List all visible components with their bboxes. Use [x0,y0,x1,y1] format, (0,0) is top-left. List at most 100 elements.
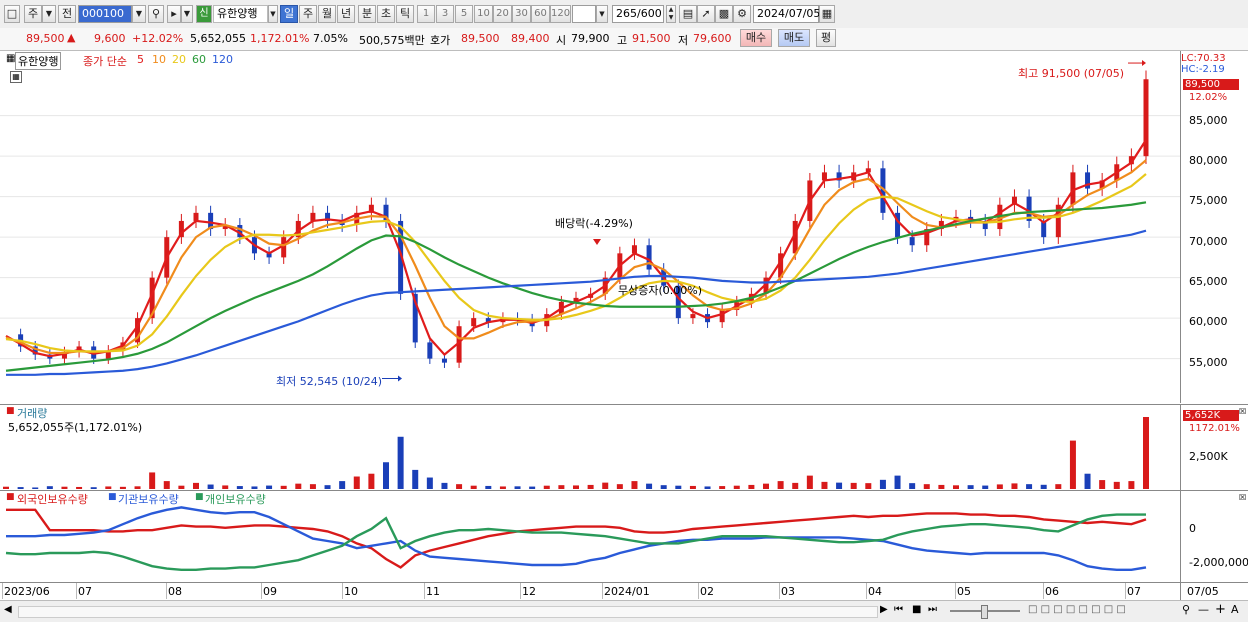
y-tick-85000: 85,000 [1189,114,1228,127]
tool-icons[interactable]: □ □ □ □ □ □ □ □ [1028,604,1126,615]
eval-button[interactable]: 평 [816,29,836,47]
x-axis-label: 03 [781,585,795,598]
volume-bar [368,473,375,489]
price-change-pct: +12.02% [132,32,184,45]
volume-bar [412,469,419,489]
tab-year[interactable]: 년 [337,5,355,23]
stock-code-input[interactable]: 000100 [78,5,132,23]
date-input[interactable]: 2024/07/05 [753,5,820,23]
volume-bar [1099,480,1106,489]
draw-tool-icon[interactable]: ➚ [697,5,715,23]
candle-body [471,318,477,327]
x-axis-label: 06 [1045,585,1059,598]
hc-value: HC:-2.19 [1181,64,1225,75]
sell-button[interactable]: 매도 [778,29,810,47]
interval-30-button[interactable]: 30 [512,5,531,23]
ma-legend-prefix: 종가 단순 [83,55,127,68]
close-icon[interactable]: ☒ [1239,407,1246,416]
search-icon[interactable]: ⚲ [148,5,164,23]
tab-month[interactable]: 월 [318,5,336,23]
interval-3-button[interactable]: 3 [436,5,454,23]
volume-bar [397,436,404,489]
table-icon[interactable]: ▦ [10,71,22,83]
fast-forward-icon[interactable]: ⏭ [928,604,937,615]
gear-icon[interactable]: ⚙ [733,5,751,23]
low-annotation: 최저 52,545 (10/24) [276,375,383,388]
volume-bar [733,485,740,489]
dividend-annotation: 배당락(-4.29%) [555,217,633,230]
holdings-panel: ■ 외국인보유수량 ■ 기관보유수량 ■ 개인보유수량 [0,490,1180,583]
up-arrow-icon: ▲ [67,31,76,44]
legend-individual: 개인보유수량 [205,493,266,506]
low-price: 79,600 [693,32,732,45]
chevron-down-icon[interactable]: ▼ [596,5,608,23]
chevron-down-icon[interactable]: ▼ [268,5,278,23]
close-icon[interactable]: ☒ [1239,493,1246,502]
high-price: 91,500 [632,32,671,45]
prev-button[interactable]: 전 [58,5,76,23]
stepper-icon[interactable]: ▲ ▼ [666,5,676,23]
tab-minute[interactable]: 분 [358,5,376,23]
y-tick-65000: 65,000 [1189,275,1228,288]
interval-10-button[interactable]: 10 [474,5,493,23]
scrollbar-track[interactable] [18,606,878,618]
x-axis-tick [166,583,167,599]
interval-20-button[interactable]: 20 [493,5,512,23]
volume-last-pct: 1172.01% [1189,423,1240,434]
zoom-out-icon[interactable]: — [1198,603,1209,616]
zoom-slider-handle[interactable] [981,605,988,619]
chevron-down-icon[interactable]: ▼ [42,5,56,23]
x-axis-tick [2,583,3,599]
x-axis-tick [866,583,867,599]
tab-tick[interactable]: 틱 [396,5,414,23]
buy-button[interactable]: 매수 [740,29,772,47]
zoom-in-icon[interactable]: + [1215,602,1226,617]
x-axis-tick [1043,583,1044,599]
volume-bar [821,481,828,489]
volume-bar [777,481,784,489]
speaker-icon[interactable]: ▸ [167,5,181,23]
volume-bar [514,486,521,489]
rewind-icon[interactable]: ⏮ [894,604,903,615]
chevron-down-icon[interactable]: ▼ [181,5,193,23]
stop-icon[interactable]: ■ [912,604,921,615]
volume-bar [295,483,302,489]
volume-bar [105,486,112,489]
interval-120-button[interactable]: 120 [550,5,571,23]
bid-label: 호가 [430,34,451,47]
interval-1-button[interactable]: 1 [417,5,435,23]
volume-bar [207,484,214,489]
volume-bar [806,475,813,489]
save-icon[interactable]: ▩ [715,5,733,23]
volume-bar [119,486,126,489]
interval-5-button[interactable]: 5 [455,5,473,23]
volume-bar [543,485,550,489]
holding-line-2 [5,513,1146,572]
font-size-icon[interactable]: A [1231,603,1239,616]
calendar-icon[interactable]: ▦ [819,5,835,23]
scroll-left-icon[interactable]: ◀ [4,604,12,615]
last-price-badge: 89,500 [1183,79,1239,90]
volume-bar [763,483,769,489]
y-tick-55000: 55,000 [1189,356,1228,369]
zoom-search-icon[interactable]: ⚲ [1182,603,1190,616]
volume-panel: ■ 거래량 5,652,055주(1,172.01%) [0,404,1180,490]
last-price-pct: 12.02% [1189,92,1228,103]
scroll-right-icon[interactable]: ▶ [880,604,888,615]
volume-bar [324,485,331,489]
tab-week[interactable]: 주 [299,5,317,23]
chart-type-icon[interactable]: ▤ [679,5,697,23]
volume-bar [894,475,901,489]
bid-price-1: 89,500 [461,32,500,45]
count-input[interactable]: 265/600 [612,5,664,23]
interval-60-button[interactable]: 60 [531,5,550,23]
interval-custom-input[interactable] [572,5,596,23]
volume-chart[interactable] [0,405,1180,490]
chevron-down-icon[interactable]: ▼ [132,5,146,23]
window-icon[interactable]: □ [4,5,20,23]
volume-bar [792,482,799,489]
volume-bar [3,486,9,489]
tab-day[interactable]: 일 [280,5,298,23]
period-select[interactable]: 주 [24,5,42,23]
tab-second[interactable]: 초 [377,5,395,23]
